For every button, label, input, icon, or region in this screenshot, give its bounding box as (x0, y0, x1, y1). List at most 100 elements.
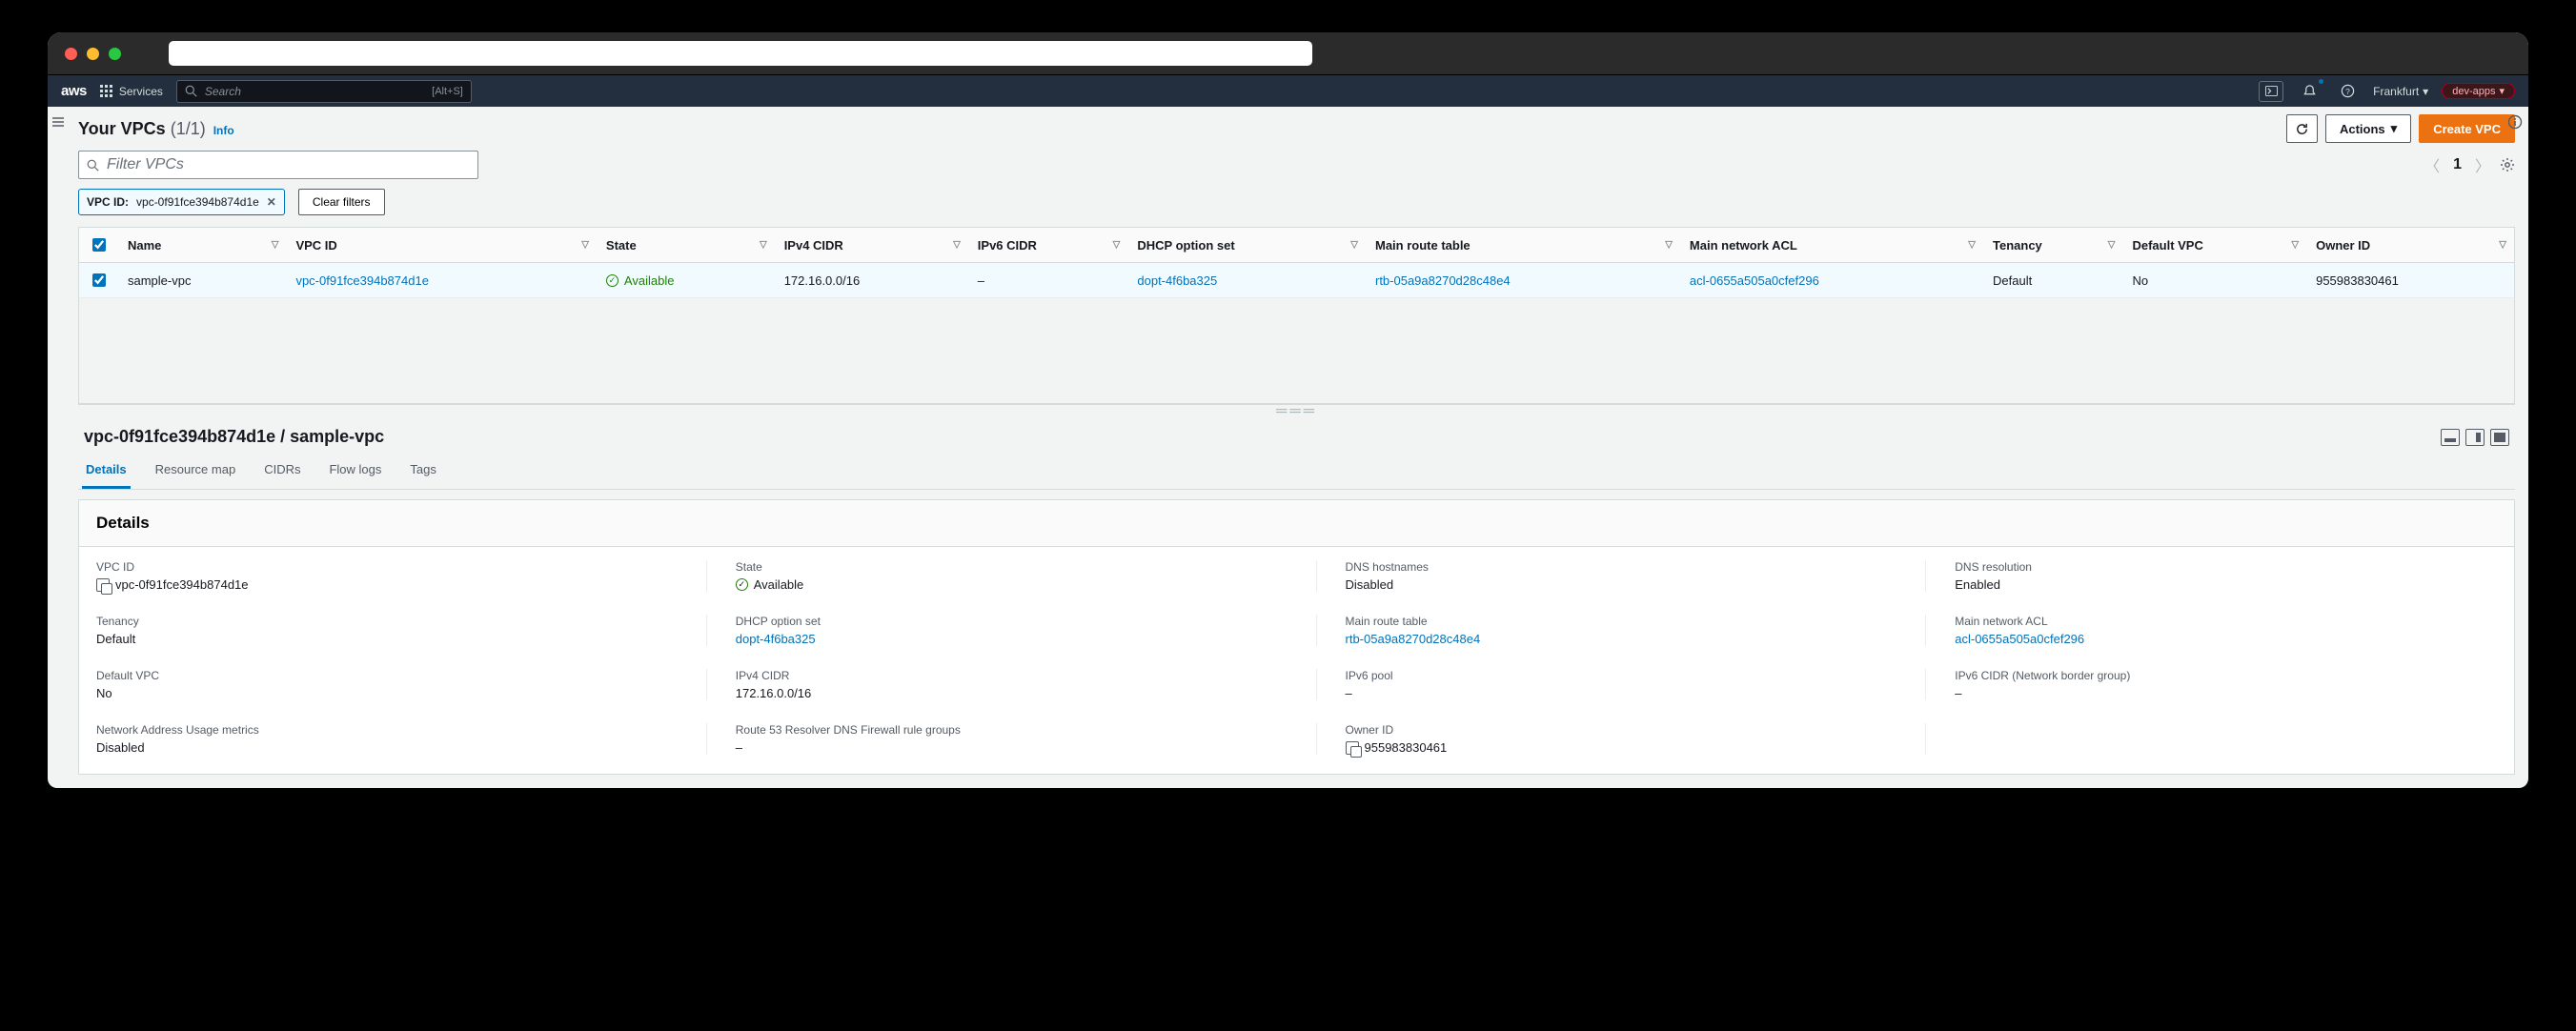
actions-label: Actions (2340, 122, 2385, 136)
cell-acl-link[interactable]: acl-0655a505a0cfef296 (1690, 273, 1819, 288)
pagination: 〈 1 〉 (2424, 153, 2490, 176)
select-all-checkbox[interactable] (92, 238, 106, 252)
v-ipv6p: – (1346, 686, 1888, 700)
detail-view-controls (2441, 429, 2509, 446)
search-icon (87, 159, 99, 172)
col-rtb[interactable]: Main route table▽ (1366, 228, 1680, 263)
tab-flow-logs[interactable]: Flow logs (325, 453, 385, 489)
browser-url-bar[interactable] (169, 41, 1312, 66)
v-acl-link[interactable]: acl-0655a505a0cfef296 (1955, 632, 2084, 646)
cell-ipv4: 172.16.0.0/16 (775, 263, 968, 298)
cell-tenancy: Default (1983, 263, 2122, 298)
services-menu[interactable]: Services (100, 85, 163, 98)
v-r53: – (736, 740, 1278, 755)
copy-icon[interactable] (1346, 741, 1359, 755)
page-next-button[interactable]: 〉 (2475, 153, 2490, 176)
view-full-icon[interactable] (2490, 429, 2509, 446)
page-title: Your VPCs (1/1) (78, 119, 206, 139)
side-panel-toggle[interactable] (48, 107, 69, 128)
tab-tags[interactable]: Tags (406, 453, 439, 489)
aws-top-nav: aws Services Search [Alt+S] ? (48, 74, 2528, 107)
cell-dhcp-link[interactable]: dopt-4f6ba325 (1137, 273, 1217, 288)
sort-icon: ▽ (1665, 240, 1673, 251)
vpc-table: Name▽ VPC ID▽ State▽ IPv4 CIDR▽ IPv6 CID… (78, 227, 2515, 404)
help-icon[interactable]: ? (2335, 81, 2360, 102)
account-role-badge[interactable]: dev-apps ▾ (2442, 83, 2515, 99)
notifications-icon[interactable] (2297, 81, 2322, 102)
clear-filters-button[interactable]: Clear filters (298, 189, 385, 215)
col-tenancy[interactable]: Tenancy▽ (1983, 228, 2122, 263)
copy-icon[interactable] (96, 578, 110, 592)
v-tenancy: Default (96, 632, 668, 646)
table-row[interactable]: sample-vpc vpc-0f91fce394b874d1e ✓Availa… (79, 263, 2514, 298)
region-label: Frankfurt (2373, 85, 2419, 98)
global-search[interactable]: Search [Alt+S] (176, 80, 472, 103)
k-owner: Owner ID (1346, 723, 1888, 737)
caret-down-icon: ▾ (2391, 121, 2398, 136)
region-selector[interactable]: Frankfurt ▾ (2373, 85, 2428, 98)
col-vpc-id[interactable]: VPC ID▽ (286, 228, 596, 263)
table-empty-space (79, 298, 2514, 403)
browser-window: aws Services Search [Alt+S] ? (48, 32, 2528, 788)
cell-rtb-link[interactable]: rtb-05a9a8270d28c48e4 (1375, 273, 1511, 288)
v-dhcp-link[interactable]: dopt-4f6ba325 (736, 632, 816, 646)
traffic-light-minimize[interactable] (87, 48, 99, 60)
sort-icon: ▽ (272, 240, 279, 251)
page-prev-button[interactable]: 〈 (2424, 153, 2440, 176)
aws-logo[interactable]: aws (61, 83, 87, 99)
col-owner[interactable]: Owner ID▽ (2306, 228, 2514, 263)
view-side-icon[interactable] (2465, 429, 2485, 446)
col-dhcp[interactable]: DHCP option set▽ (1127, 228, 1366, 263)
view-bottom-icon[interactable] (2441, 429, 2460, 446)
services-label: Services (119, 85, 163, 98)
chip-remove-button[interactable]: ✕ (267, 195, 276, 209)
cloudshell-icon[interactable] (2259, 81, 2283, 102)
split-handle[interactable]: ═══ (78, 404, 2515, 417)
sort-icon: ▽ (760, 240, 767, 251)
col-default[interactable]: Default VPC▽ (2122, 228, 2306, 263)
col-ipv4[interactable]: IPv4 CIDR▽ (775, 228, 968, 263)
sort-icon: ▽ (1968, 240, 1976, 251)
sort-icon: ▽ (1350, 240, 1358, 251)
v-naum: Disabled (96, 740, 668, 755)
gear-icon (2500, 157, 2515, 172)
traffic-light-close[interactable] (65, 48, 77, 60)
create-vpc-button[interactable]: Create VPC (2419, 114, 2515, 143)
sort-icon: ▽ (2291, 240, 2299, 251)
sort-icon: ▽ (953, 240, 961, 251)
k-vpc-id: VPC ID (96, 560, 668, 574)
tab-details[interactable]: Details (82, 453, 131, 489)
k-ipv4: IPv4 CIDR (736, 669, 1278, 682)
cell-vpc-id-link[interactable]: vpc-0f91fce394b874d1e (295, 273, 429, 288)
k-dnsr: DNS resolution (1955, 560, 2497, 574)
v-state: Available (754, 577, 804, 592)
details-panel: Details VPC ID vpc-0f91fce394b874d1e Sta… (78, 499, 2515, 775)
col-ipv6[interactable]: IPv6 CIDR▽ (968, 228, 1128, 263)
tab-resource-map[interactable]: Resource map (152, 453, 240, 489)
sort-icon: ▽ (581, 240, 589, 251)
v-rtb-link[interactable]: rtb-05a9a8270d28c48e4 (1346, 632, 1481, 646)
table-settings-button[interactable] (2500, 157, 2515, 172)
k-rtb: Main route table (1346, 615, 1888, 628)
col-name[interactable]: Name▽ (118, 228, 286, 263)
refresh-button[interactable] (2286, 114, 2318, 143)
info-link[interactable]: Info (213, 124, 234, 137)
tab-cidrs[interactable]: CIDRs (260, 453, 304, 489)
col-state[interactable]: State▽ (597, 228, 775, 263)
help-panel-icon[interactable] (2507, 114, 2523, 130)
refresh-icon (2295, 122, 2309, 136)
detail-tabs: Details Resource map CIDRs Flow logs Tag… (78, 453, 2515, 490)
page-number: 1 (2453, 156, 2462, 173)
k-r53: Route 53 Resolver DNS Firewall rule grou… (736, 723, 1278, 737)
check-circle-icon: ✓ (606, 274, 619, 287)
actions-button[interactable]: Actions ▾ (2325, 114, 2411, 143)
filter-input[interactable]: Filter VPCs (78, 151, 478, 179)
k-defvpc: Default VPC (96, 669, 668, 682)
col-acl[interactable]: Main network ACL▽ (1680, 228, 1983, 263)
sort-icon: ▽ (1113, 240, 1121, 251)
k-acl: Main network ACL (1955, 615, 2497, 628)
svg-text:?: ? (2345, 87, 2350, 96)
row-checkbox[interactable] (92, 273, 106, 287)
sort-icon: ▽ (2499, 240, 2506, 251)
traffic-light-zoom[interactable] (109, 48, 121, 60)
